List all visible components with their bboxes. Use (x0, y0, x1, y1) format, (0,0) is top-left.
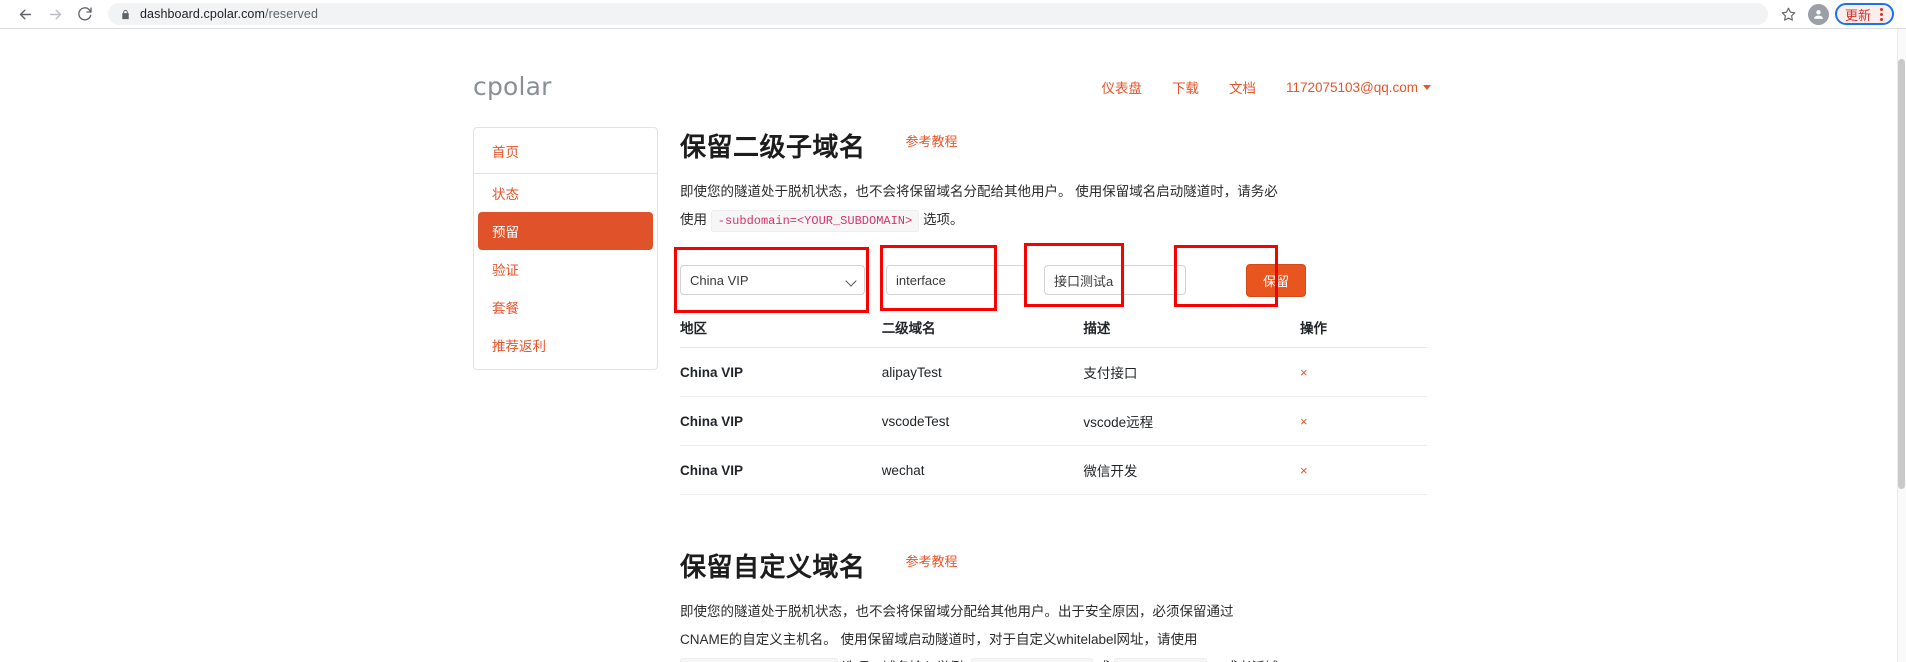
reserved-subdomain-table: 地区 二级域名 描述 操作 China VIP alipayTest 支付接口 … (680, 309, 1427, 495)
subdomain-input-wrap (886, 265, 1026, 295)
update-button[interactable]: 更新 (1834, 3, 1894, 25)
page-viewport: cpolar 仪表盘 下载 文档 1172075103@qq.com 首页 状态… (0, 29, 1906, 662)
subdomain-input[interactable] (886, 265, 1026, 295)
update-label: 更新 (1844, 7, 1871, 23)
forward-arrow-icon[interactable] (40, 0, 70, 28)
subdomain-description: 即使您的隧道处于脱机状态，也不会将保留域名分配给其他用户。 使用保留域名启动隧道… (680, 178, 1280, 235)
cell-subdomain: vscodeTest (881, 396, 1084, 446)
table-row: China VIP alipayTest 支付接口 × (680, 347, 1427, 397)
cell-subdomain: wechat (881, 445, 1084, 495)
subdomain-flag-code: -subdomain=<YOUR_SUBDOMAIN> (710, 210, 920, 232)
kebab-menu-icon[interactable] (1875, 7, 1888, 21)
sidebar-item-referral[interactable]: 推荐返利 (474, 326, 657, 369)
table-row: China VIP wechat 微信开发 × (680, 445, 1427, 495)
column-header-description: 描述 (1083, 309, 1300, 348)
description-input-wrap (1044, 265, 1186, 295)
sidebar-item-home[interactable]: 首页 (474, 128, 657, 174)
address-bar[interactable]: dashboard.cpolar.com/reserved (108, 3, 1768, 25)
region-select-wrap: China VIP (680, 265, 865, 295)
delete-icon[interactable]: × (1300, 365, 1308, 380)
custom-description-text1: 即使您的隧道处于脱机状态，也不会将保留域分配给其他用户。出于安全原因，必须保留通… (680, 604, 1234, 647)
bookmark-star-icon[interactable] (1776, 7, 1802, 22)
site-logo[interactable]: cpolar (473, 72, 552, 105)
site-nav: 仪表盘 下载 文档 1172075103@qq.com (1101, 77, 1431, 105)
subdomain-description-text2: 选项。 (922, 212, 964, 227)
cell-region: China VIP (680, 396, 882, 446)
sidebar-item-status[interactable]: 状态 (474, 174, 657, 212)
save-button[interactable]: 保留 (1246, 263, 1307, 297)
column-header-subdomain: 二级域名 (881, 309, 1084, 348)
chevron-down-icon (1423, 85, 1431, 91)
description-input[interactable] (1044, 265, 1186, 295)
back-arrow-icon[interactable] (10, 0, 40, 28)
site-header: cpolar 仪表盘 下载 文档 1172075103@qq.com (473, 49, 1433, 105)
table-row: China VIP vscodeTest vscode远程 × (680, 396, 1427, 446)
custom-domain-section: 保留自定义域名 参考教程 即使您的隧道处于脱机状态，也不会将保留域分配给其他用户… (680, 547, 1427, 662)
column-header-region: 地区 (680, 309, 882, 348)
delete-icon[interactable]: × (1300, 414, 1308, 429)
page-container: cpolar 仪表盘 下载 文档 1172075103@qq.com 首页 状态… (473, 29, 1433, 662)
reference-tutorial-link-custom[interactable]: 参考教程 (906, 551, 958, 570)
browser-toolbar: dashboard.cpolar.com/reserved 更新 (0, 0, 1906, 28)
cell-region: China VIP (680, 347, 882, 397)
sidebar: 首页 状态 预留 验证 套餐 推荐返利 (473, 127, 658, 370)
nav-docs[interactable]: 文档 (1229, 77, 1256, 97)
main-content: 保留二级子域名 参考教程 即使您的隧道处于脱机状态，也不会将保留域名分配给其他用… (674, 127, 1433, 662)
hostname-flag-code: -hostname=<YOUR_URL> (680, 658, 839, 662)
custom-section-title: 保留自定义域名 (680, 552, 866, 582)
table-header-row: 地区 二级域名 描述 操作 (680, 309, 1427, 348)
custom-section-header: 保留自定义域名 参考教程 (680, 547, 1427, 584)
page-scrollbar[interactable] (1897, 29, 1906, 662)
account-email: 1172075103@qq.com (1285, 79, 1418, 95)
cell-action: × (1300, 445, 1427, 495)
lock-icon (120, 8, 131, 21)
url-text: dashboard.cpolar.com/reserved (140, 7, 319, 21)
delete-icon[interactable]: × (1300, 463, 1308, 478)
nav-dashboard[interactable]: 仪表盘 (1101, 77, 1142, 97)
cell-region: China VIP (680, 445, 882, 495)
scrollbar-thumb[interactable] (1898, 59, 1905, 489)
profile-avatar-icon[interactable] (1807, 3, 1829, 25)
reserve-form: China VIP 保留 (674, 243, 1427, 313)
reload-icon[interactable] (70, 0, 100, 28)
region-select[interactable]: China VIP (680, 265, 865, 295)
sidebar-item-reserved[interactable]: 预留 (478, 212, 653, 250)
cell-action: × (1300, 347, 1427, 397)
nav-download[interactable]: 下载 (1172, 77, 1199, 97)
page-title: 保留二级子域名 (680, 132, 866, 162)
subdomain-section-header: 保留二级子域名 参考教程 (680, 127, 1427, 164)
cell-description: 微信开发 (1083, 445, 1300, 495)
cell-subdomain: alipayTest (881, 347, 1084, 397)
cell-action: × (1300, 396, 1427, 446)
account-menu[interactable]: 1172075103@qq.com (1286, 80, 1431, 95)
sidebar-item-auth[interactable]: 验证 (474, 250, 657, 288)
reference-tutorial-link[interactable]: 参考教程 (906, 131, 958, 150)
cell-description: vscode远程 (1083, 396, 1300, 446)
sidebar-item-plan[interactable]: 套餐 (474, 288, 657, 326)
example-dev-code: dev.example.com (970, 658, 1093, 662)
custom-description: 即使您的隧道处于脱机状态，也不会将保留域分配给其他用户。出于安全原因，必须保留通… (680, 598, 1280, 662)
content-row: 首页 状态 预留 验证 套餐 推荐返利 保留二级子域名 参考教程 即使您的隧道处… (473, 127, 1433, 662)
example-domain-code: example.com (1113, 658, 1208, 662)
cell-description: 支付接口 (1083, 347, 1300, 397)
column-header-action: 操作 (1300, 309, 1427, 348)
